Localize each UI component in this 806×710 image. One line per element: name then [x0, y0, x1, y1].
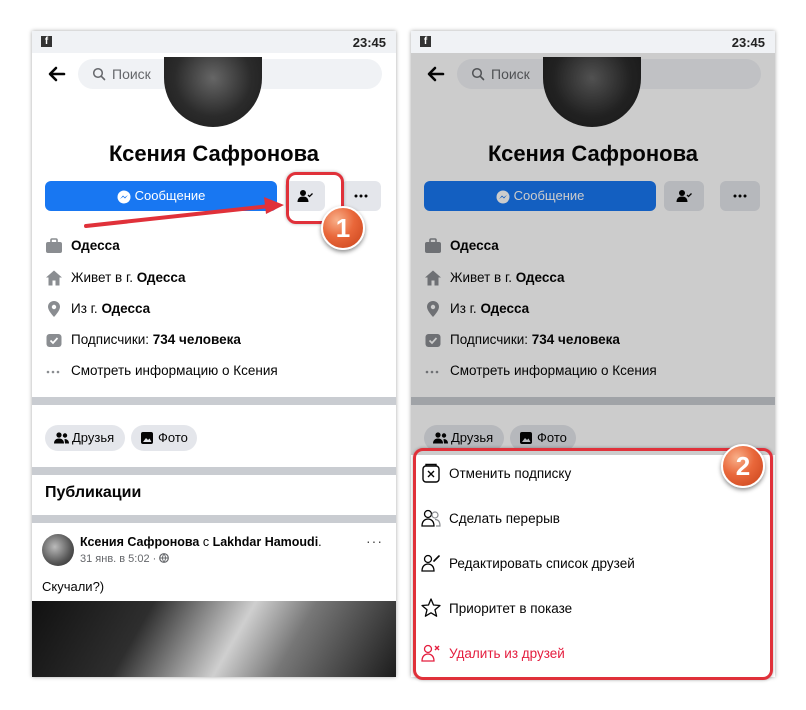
step-badge-2: 2	[721, 444, 765, 488]
clock: 23:45	[731, 35, 765, 50]
step-badge-1: 1	[321, 206, 365, 250]
facebook-app-icon: f	[420, 36, 431, 47]
status-bar: f 23:45	[411, 31, 775, 53]
highlight-options-menu	[413, 448, 773, 680]
